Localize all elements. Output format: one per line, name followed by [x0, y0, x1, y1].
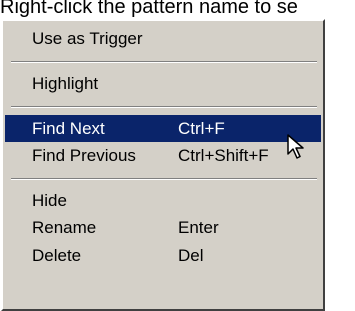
menu-item-find-previous[interactable]: Find Previous Ctrl+Shift+F — [5, 142, 321, 169]
caption-text: Right-click the pattern name to se — [0, 0, 298, 18]
context-menu: Use as Trigger Highlight Find Next Ctrl+… — [1, 19, 325, 311]
menu-item-label: Use as Trigger — [32, 29, 143, 48]
menu-separator — [11, 106, 317, 108]
menu-item-highlight[interactable]: Highlight — [5, 70, 321, 97]
menu-item-find-next[interactable]: Find Next Ctrl+F — [5, 115, 321, 142]
menu-separator — [11, 61, 317, 63]
menu-item-label: Find Previous — [32, 146, 136, 165]
menu-item-shortcut: Ctrl+F — [178, 119, 225, 138]
menu-item-shortcut: Ctrl+Shift+F — [178, 146, 269, 165]
menu-separator — [11, 178, 317, 180]
menu-item-rename[interactable]: Rename Enter — [5, 214, 321, 241]
menu-item-label: Hide — [32, 191, 67, 210]
menu-item-label: Find Next — [32, 119, 105, 138]
menu-item-shortcut: Del — [178, 246, 204, 265]
menu-item-use-as-trigger[interactable]: Use as Trigger — [5, 25, 321, 52]
menu-item-label: Rename — [32, 218, 97, 237]
menu-item-shortcut: Enter — [178, 218, 219, 237]
menu-item-label: Highlight — [32, 74, 99, 93]
menu-item-hide[interactable]: Hide — [5, 187, 321, 214]
arrow-pointer-icon — [287, 134, 304, 159]
menu-item-label: Delete — [32, 246, 82, 265]
menu-item-delete[interactable]: Delete Del — [5, 242, 321, 269]
